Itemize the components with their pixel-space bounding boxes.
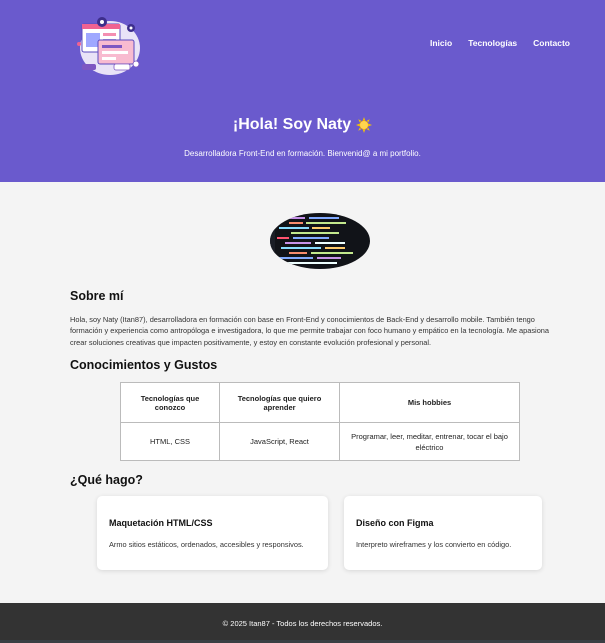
service-card-figma: Diseño con Figma Interpreto wireframes y… [344, 496, 542, 570]
logo-illustration [74, 14, 142, 76]
card-text: Interpreto wireframes y los convierto en… [356, 540, 512, 549]
table-row: HTML, CSS JavaScript, React Programar, l… [120, 422, 520, 461]
skills-heading: Conocimientos y Gustos [70, 358, 218, 372]
site-footer: © 2025 Itan87 - Todos los derechos reser… [0, 603, 605, 643]
services-heading: ¿Qué hago? [70, 473, 143, 487]
table-cell-hobbies: Programar, leer, meditar, entrenar, toca… [339, 422, 520, 461]
hero-title-text: ¡Hola! Soy Naty [232, 116, 352, 133]
table-header-learn: Tecnologías que quiero aprender [219, 382, 340, 423]
nav-link-contacto[interactable]: Contacto [533, 38, 570, 48]
table-header-row: Tecnologías que conozco Tecnologías que … [120, 382, 520, 423]
footer-copyright: © 2025 Itan87 - Todos los derechos reser… [222, 618, 383, 628]
skills-table: Tecnologías que conozco Tecnologías que … [120, 382, 520, 461]
hero-subtitle: Desarrolladora Front-End en formación. B… [184, 149, 421, 158]
card-title: Diseño con Figma [356, 518, 434, 528]
card-title: Maquetación HTML/CSS [109, 518, 213, 528]
nav-link-inicio[interactable]: Inicio [430, 38, 452, 48]
table-header-hobbies: Mis hobbies [339, 382, 520, 423]
table-cell-known: HTML, CSS [120, 422, 220, 461]
nav-link-tecnologias[interactable]: Tecnologías [468, 38, 517, 48]
site-header: Inicio Tecnologías Contacto ¡Hola! Soy N… [0, 0, 605, 182]
about-heading: Sobre mí [70, 289, 124, 303]
main-nav: Inicio Tecnologías Contacto [430, 38, 570, 48]
sun-emoji-icon [356, 117, 373, 133]
table-cell-learn: JavaScript, React [219, 422, 340, 461]
table-header-known: Tecnologías que conozco [120, 382, 220, 423]
about-text: Hola, soy Naty (Itan87), desarrolladora … [70, 315, 550, 347]
hero-title: ¡Hola! Soy Naty [0, 116, 605, 134]
service-card-html-css: Maquetación HTML/CSS Armo sitios estátic… [97, 496, 328, 570]
code-photo [269, 212, 371, 270]
card-text: Armo sitios estáticos, ordenados, accesi… [109, 540, 304, 549]
